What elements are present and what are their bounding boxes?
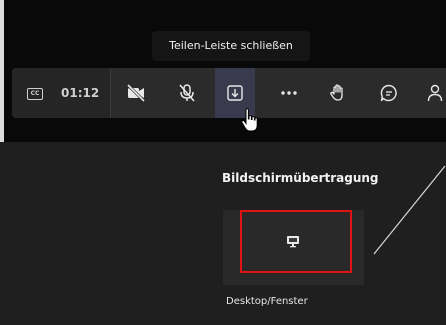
meeting-time: 01:12 [61,86,100,100]
hand-cursor-icon [241,108,258,132]
desktop-window-tile[interactable] [223,210,364,285]
tooltip: Teilen-Leiste schließen [152,31,310,61]
desktop-window-label: Desktop/Fenster [226,296,308,307]
more-button[interactable] [269,68,309,118]
toolbar-separator [110,68,111,118]
monitor-icon [287,236,299,248]
share-panel-title: Bildschirmübertragung [222,171,379,185]
mic-off-icon [179,84,195,102]
hand-icon [330,84,343,101]
connector-line [373,165,446,255]
raise-hand-button[interactable] [318,68,358,118]
mic-off-button[interactable] [167,68,207,118]
highlight-frame [240,210,352,273]
meeting-toolbar: CC 01:12 [12,68,446,118]
chat-icon [380,84,397,102]
more-icon [281,91,297,95]
people-icon [427,84,443,102]
download-tray-icon [227,85,243,101]
people-button[interactable] [416,68,446,118]
tooltip-text: Teilen-Leiste schließen [169,39,293,52]
chat-button[interactable] [369,68,409,118]
time-segment: CC 01:12 [12,68,110,118]
captions-icon[interactable]: CC [27,88,43,100]
video-off-icon [126,83,146,103]
camera-off-button[interactable] [116,68,156,118]
